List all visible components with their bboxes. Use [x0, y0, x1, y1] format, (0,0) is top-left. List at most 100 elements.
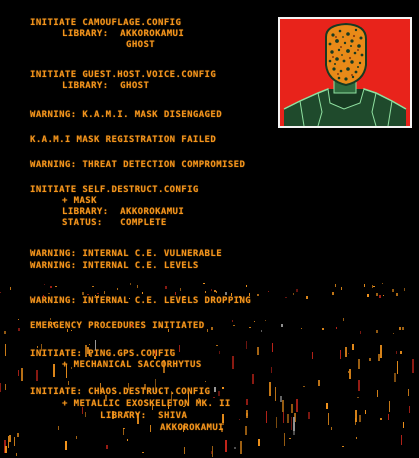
glitch-speck [225, 440, 227, 452]
glitch-speck [296, 399, 298, 412]
glitch-speck [214, 290, 216, 292]
glitch-speck [367, 294, 369, 297]
glitch-speck [345, 347, 347, 357]
terminal-line: INITIATE GUEST.HOST.VOICE.CONFIG [30, 70, 217, 80]
glitch-speck [289, 438, 291, 439]
terminal-line: LIBRARY: AKKOROKAMUI [62, 29, 185, 39]
glitch-speck [396, 351, 397, 354]
glitch-speck [205, 381, 206, 382]
glitch-speck [379, 295, 381, 298]
terminal-line: INITIATE: CHAOS.DESTRUCT.CONFIG [30, 387, 211, 397]
glitch-speck [212, 446, 213, 457]
glitch-speck [293, 293, 294, 295]
glitch-speck [364, 284, 365, 287]
glitch-speck [252, 374, 254, 384]
glitch-speck [233, 325, 235, 326]
glitch-speck [382, 283, 383, 284]
glitch-speck [214, 387, 216, 392]
glitch-speck [258, 439, 260, 446]
glitch-speck [394, 373, 396, 382]
glitch-speck [293, 423, 295, 435]
glitch-speck [150, 425, 151, 432]
glitch-speck [271, 367, 272, 373]
terminal-line: WARNING: K.A.M.I. MASK DISENGAGED [30, 110, 223, 120]
terminal-line: LIBRARY: AKKOROKAMUI [62, 207, 185, 217]
glitch-speck [275, 387, 276, 401]
glitch-speck [380, 418, 382, 420]
glitch-speck [0, 292, 1, 293]
glitch-speck [376, 330, 378, 333]
glitch-speck [10, 287, 11, 290]
glitch-speck [268, 291, 269, 292]
glitch-speck [14, 437, 15, 446]
glitch-speck [312, 352, 313, 359]
glitch-speck [281, 324, 283, 327]
glitch-speck [340, 350, 341, 359]
glitch-speck [318, 380, 320, 386]
glitch-speck [106, 445, 108, 449]
glitch-speck [44, 284, 45, 285]
glitch-speck [328, 413, 329, 425]
glitch-speck [388, 414, 389, 420]
glitch-speck [365, 410, 366, 414]
terminal-line: WARNING: INTERNAL C.E. LEVELS DROPPING [30, 296, 252, 306]
glitch-speck [404, 288, 405, 291]
glitch-speck [348, 371, 349, 373]
glitch-speck [37, 346, 38, 348]
glitch-speck [117, 288, 118, 290]
terminal-line: + MECHANICAL SACCORHYTUS [62, 360, 202, 370]
glitch-speck [403, 422, 404, 428]
glitch-speck [245, 426, 247, 435]
glitch-speck [392, 289, 394, 292]
terminal-line: + METALLIC EXOSKELETON MK. II [62, 399, 231, 409]
glitch-speck [342, 446, 344, 447]
glitch-speck [322, 328, 324, 330]
glitch-speck [408, 389, 409, 396]
glitch-speck [261, 330, 262, 332]
glitch-speck [48, 293, 50, 294]
glitch-speck [211, 289, 212, 291]
glitch-speck [4, 440, 6, 453]
glitch-speck [301, 328, 302, 329]
glitch-speck [332, 292, 334, 295]
glitch-speck [175, 292, 176, 295]
glitch-speck [18, 370, 19, 376]
terminal-line: INITIATE CAMOUFLAGE.CONFIG [30, 18, 182, 28]
glitch-speck [97, 293, 99, 294]
glitch-speck [0, 383, 1, 392]
glitch-speck [184, 447, 185, 454]
glitch-speck [76, 436, 77, 439]
glitch-speck [234, 447, 236, 449]
glitch-speck [257, 294, 259, 296]
glitch-speck [85, 412, 86, 417]
glitch-speck [53, 364, 55, 377]
terminal-line: INITIATE: PING.GPS.CONFIG [30, 349, 176, 359]
glitch-speck [400, 351, 402, 354]
terminal-line: AKKOROKAMUI [160, 423, 225, 433]
glitch-speck [5, 446, 7, 453]
glitch-speck [205, 291, 206, 293]
glitch-speck [9, 435, 11, 442]
glitch-speck [358, 359, 360, 369]
glitch-speck [352, 344, 354, 350]
glitch-speck [356, 437, 357, 439]
glitch-speck [203, 283, 205, 284]
portrait-icon [280, 19, 410, 127]
glitch-speck [265, 320, 266, 321]
glitch-speck [65, 441, 67, 450]
glitch-speck [55, 286, 57, 287]
glitch-speck [246, 413, 248, 416]
glitch-speck [207, 329, 208, 332]
terminal-line: LIBRARY: SHIVA [100, 411, 188, 421]
glitch-speck [213, 397, 215, 398]
glitch-speck [360, 331, 361, 334]
glitch-speck [359, 415, 361, 422]
glitch-speck [326, 403, 328, 409]
terminal-line: K.A.M.I MASK REGISTRATION FAILED [30, 135, 217, 145]
glitch-speck [216, 291, 217, 293]
terminal-line: GHOST [126, 40, 156, 50]
glitch-speck [232, 320, 233, 322]
glitch-speck [18, 328, 20, 331]
masked-soldier-portrait [278, 17, 412, 128]
glitch-speck [104, 291, 105, 294]
